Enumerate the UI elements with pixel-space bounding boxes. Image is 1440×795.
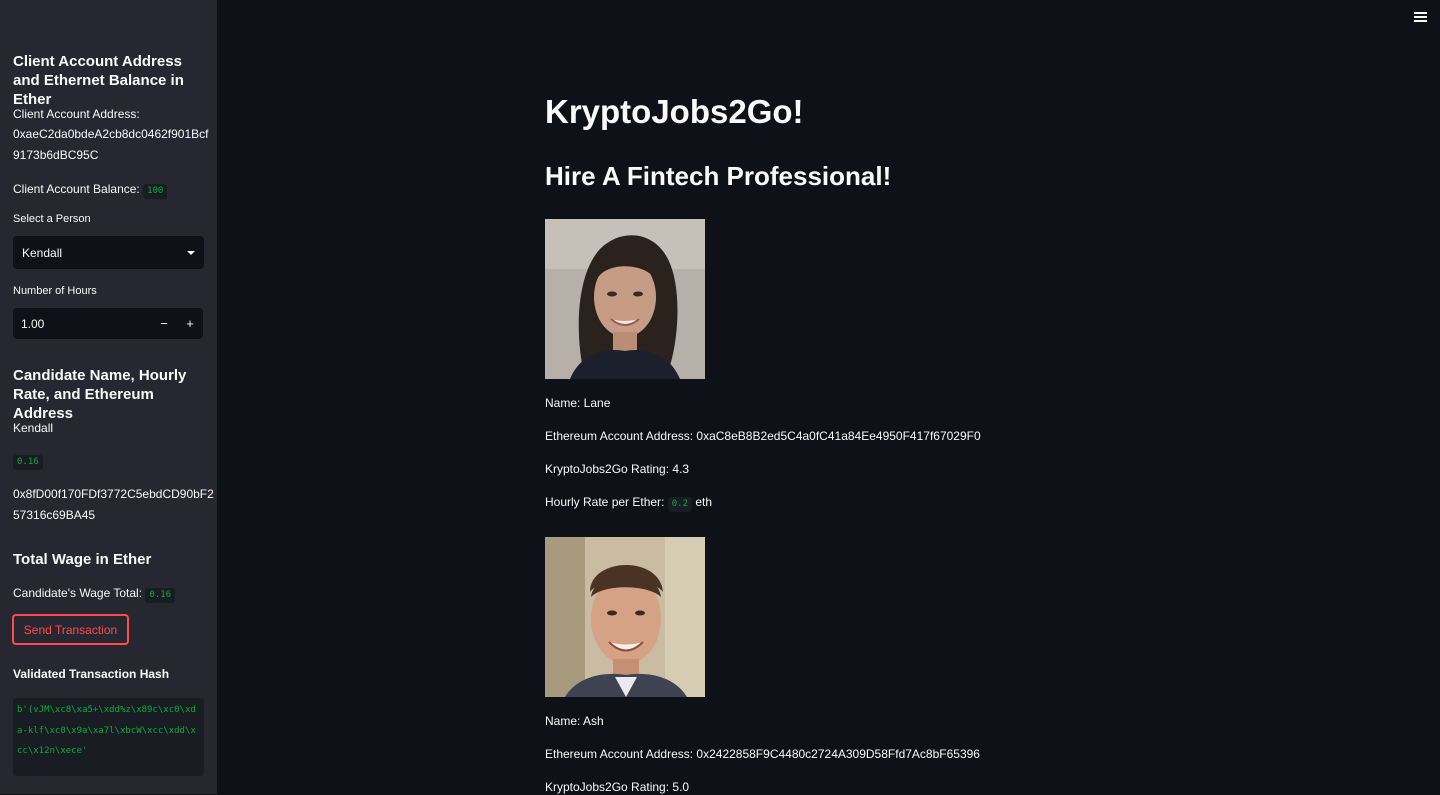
candidate-name: Kendall bbox=[13, 421, 54, 435]
candidate-address-line-1: 0x8fD00f170FDf3772C5ebdCD90bF2 bbox=[13, 487, 214, 501]
select-person-label: Select a Person bbox=[13, 213, 91, 225]
candidate-rate-row-lane: Hourly Rate per Ether: 0.2 eth bbox=[545, 494, 712, 512]
page-subtitle: Hire A Fintech Professional! bbox=[545, 161, 892, 191]
person-select[interactable]: Kendall bbox=[13, 236, 204, 269]
hours-label: Number of Hours bbox=[13, 285, 97, 297]
hours-stepper: 1.00 − + bbox=[13, 308, 203, 339]
wage-heading: Total Wage in Ether bbox=[13, 551, 152, 568]
candidate-address-lane: Ethereum Account Address: 0xaC8eB8B2ed5C… bbox=[545, 429, 981, 443]
page-title: KryptoJobs2Go! bbox=[545, 93, 804, 130]
rate-unit: eth bbox=[695, 495, 713, 509]
wage-label: Candidate's Wage Total: bbox=[13, 586, 143, 600]
rate-label: Hourly Rate per Ether: bbox=[545, 495, 665, 509]
wage-value: 0.16 bbox=[145, 588, 176, 603]
rate-value: 0.2 bbox=[667, 497, 692, 512]
candidate-photo-ash bbox=[545, 537, 705, 697]
candidate-name-lane: Name: Lane bbox=[545, 396, 611, 410]
address-line-1: 0xaeC2da0bdeA2cb8dc0462f901Bcf bbox=[13, 127, 209, 141]
address-line-2: 9173b6dBC95C bbox=[13, 148, 99, 162]
chevron-down-icon bbox=[187, 250, 195, 255]
increment-button[interactable]: + bbox=[177, 316, 203, 331]
candidate-address-line-2: 57316c69BA45 bbox=[13, 508, 96, 522]
address-label: Client Account Address: bbox=[13, 107, 140, 121]
candidate-address-ash: Ethereum Account Address: 0x2422858F9C44… bbox=[545, 747, 980, 761]
transaction-hash: b'(vJM\xc8\xa5+\xdd%z\x89c\xc0\xda-klf\x… bbox=[13, 698, 204, 776]
send-transaction-button[interactable]: Send Transaction bbox=[12, 614, 129, 645]
balance-row: Client Account Balance: 100 bbox=[13, 179, 168, 200]
candidate-photo-lane bbox=[545, 219, 705, 379]
candidate-name-ash: Name: Ash bbox=[545, 714, 604, 728]
hash-heading: Validated Transaction Hash bbox=[13, 667, 170, 681]
person-select-value: Kendall bbox=[22, 245, 63, 260]
sidebar: Client Account Address and Ethernet Bala… bbox=[0, 0, 217, 794]
balance-value: 100 bbox=[143, 184, 168, 199]
hamburger-menu-icon[interactable] bbox=[1414, 12, 1427, 24]
candidate-heading: Candidate Name, Hourly Rate, and Ethereu… bbox=[13, 367, 187, 422]
account-heading: Client Account Address and Ethernet Bala… bbox=[13, 53, 184, 108]
candidate-rating-ash: KryptoJobs2Go Rating: 5.0 bbox=[545, 780, 690, 794]
decrement-button[interactable]: − bbox=[151, 316, 177, 331]
candidate-rating-lane: KryptoJobs2Go Rating: 4.3 bbox=[545, 462, 690, 476]
balance-label: Client Account Balance: bbox=[13, 182, 140, 196]
wage-row: Candidate's Wage Total: 0.16 bbox=[13, 583, 176, 604]
candidate-rate: 0.16 bbox=[13, 455, 43, 470]
hours-input[interactable]: 1.00 bbox=[13, 317, 151, 331]
